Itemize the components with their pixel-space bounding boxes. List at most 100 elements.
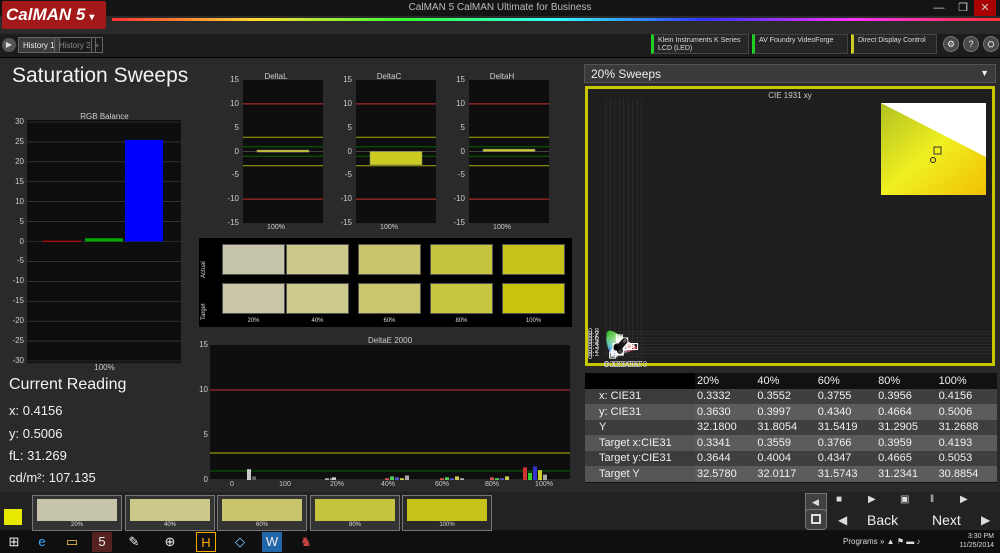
- deltae-x-label: 20%: [329, 481, 344, 488]
- row-label: y: CIE31: [585, 404, 695, 420]
- device-meter-mode: LCD (LED): [658, 45, 693, 52]
- h-app-icon[interactable]: H: [196, 532, 216, 552]
- swatch-label: 80%: [455, 318, 468, 324]
- tab-history-2[interactable]: History 2: [54, 37, 96, 53]
- folder-icon[interactable]: ▭: [62, 532, 82, 552]
- table-cell: 0.3341: [695, 435, 756, 451]
- settings-icon[interactable]: ⚙: [943, 36, 959, 52]
- rgb-balance-plot: [27, 121, 181, 362]
- deltae-bar: [460, 478, 464, 480]
- green-bar: [85, 238, 123, 242]
- tick-label: -10: [340, 194, 352, 204]
- table-row: x: CIE31 0.3332 0.3552 0.3755 0.3956 0.4156: [585, 388, 997, 404]
- stop-button[interactable]: [805, 509, 827, 530]
- swatch-panel: Actual Target 20% 40% 60% 80% 100%: [199, 238, 572, 327]
- tick-label: -5: [457, 170, 465, 180]
- title-bar: CalMAN 5 CalMAN Ultimate for Business — …: [0, 0, 1000, 16]
- tick-label: -5: [231, 170, 239, 180]
- red-bar: [43, 240, 81, 242]
- delta-label: 100%: [493, 224, 511, 231]
- step-label: 60%: [255, 522, 268, 528]
- maximize-button[interactable]: ❐: [952, 0, 974, 16]
- data-table: 20% 40% 60% 80% 100% x: CIE31 0.3332 0.3552 0.37…: [585, 373, 997, 482]
- table-row: Target y:CIE31 0.3644 0.4004 0.4347 0.4665 0.…: [585, 450, 997, 466]
- swatch-label: 100%: [525, 318, 542, 324]
- game-icon[interactable]: ♞: [296, 532, 316, 552]
- next-button[interactable]: Next ▶: [925, 509, 997, 530]
- help-icon[interactable]: ?: [963, 36, 979, 52]
- tick-label: 15: [456, 75, 465, 84]
- table-cell: 0.3332: [695, 388, 756, 404]
- word-icon[interactable]: W: [262, 532, 282, 552]
- play-step-icon[interactable]: ▶: [868, 494, 888, 508]
- step-swatch-1[interactable]: 20%: [32, 495, 122, 531]
- deltae-bar: [445, 477, 449, 480]
- play-icon[interactable]: ▶: [2, 38, 16, 52]
- tick-label: -10: [453, 194, 465, 204]
- device-display[interactable]: Direct Display Control: [851, 34, 937, 54]
- deltae-bar: [400, 478, 404, 480]
- step-swatch-4[interactable]: 80%: [310, 495, 400, 531]
- minimize-button[interactable]: —: [928, 0, 950, 16]
- device-generator[interactable]: AV Foundry VideoForge: [752, 34, 848, 54]
- row-label: x: CIE31: [585, 388, 695, 404]
- table-cell: 32.0117: [755, 466, 816, 482]
- rgb-balance-chart: [27, 120, 181, 363]
- deltae-bar: [523, 467, 527, 480]
- tablet-icon[interactable]: ◇: [230, 532, 250, 552]
- step-swatch-2[interactable]: 40%: [125, 495, 215, 531]
- app-icon[interactable]: ⊕: [160, 532, 180, 552]
- browser-icon[interactable]: e: [32, 532, 52, 552]
- delta-chart-deltac: [356, 80, 436, 223]
- deltae-x-label: 100%: [535, 481, 553, 488]
- actual-row-label: Actual: [201, 261, 207, 278]
- tick-label: 0: [203, 475, 208, 484]
- app-menu-button[interactable]: CalMAN 5 ▾: [2, 1, 106, 29]
- window-title: CalMAN 5 CalMAN Ultimate for Business: [408, 2, 592, 13]
- record-icon[interactable]: ■: [836, 494, 856, 508]
- table-cell: 0.3644: [695, 450, 756, 466]
- actual-swatch: [222, 244, 285, 275]
- step-color: [222, 499, 302, 521]
- column-header: 100%: [936, 373, 997, 389]
- table-cell: 0.3766: [815, 435, 877, 451]
- tick-label: 5: [203, 430, 208, 439]
- reading-cdm2: cd/m²: 107.135: [9, 470, 96, 485]
- tools-icon[interactable]: ⛭: [983, 36, 999, 52]
- deltae-chart: [210, 345, 570, 481]
- table-cell: 31.2905: [876, 419, 937, 435]
- programs-label[interactable]: Programs: [843, 537, 878, 546]
- table-header: 20% 40% 60% 80% 100%: [585, 373, 997, 389]
- device-display-name: Direct Display Control: [858, 37, 926, 44]
- deltae-x-label: 40%: [380, 481, 395, 488]
- deltae-title: DeltaE 2000: [367, 336, 413, 345]
- tray-icons[interactable]: » ▲ ⚑ ▬ ♪: [880, 537, 920, 546]
- table-cell: 0.4340: [815, 404, 877, 420]
- table-row: Target x:CIE31 0.3341 0.3559 0.3766 0.3959 0.…: [585, 435, 997, 451]
- start-icon[interactable]: ⊞: [4, 532, 24, 552]
- reading-x: x: 0.4156: [9, 403, 63, 418]
- tick-label: -25: [12, 336, 24, 346]
- device-meter[interactable]: Klein Instruments K Series LCD (LED): [651, 34, 749, 54]
- step-swatch-3[interactable]: 60%: [217, 495, 307, 531]
- close-button[interactable]: ✕: [974, 0, 996, 16]
- table-cell: 0.5053: [936, 450, 997, 466]
- step-swatch-5[interactable]: 100%: [402, 495, 492, 531]
- chevron-down-icon: ▼: [980, 68, 989, 78]
- table-cell: 0.3552: [755, 388, 816, 404]
- calman-icon[interactable]: 5: [92, 532, 112, 552]
- forward-icon[interactable]: ▶: [960, 494, 980, 508]
- table-cell: 0.4665: [876, 450, 937, 466]
- pause-icon[interactable]: ‖: [930, 494, 950, 508]
- delta-label: 100%: [380, 224, 398, 231]
- add-tab-button[interactable]: +: [91, 37, 103, 53]
- sweep-select[interactable]: 20% Sweeps ▼: [584, 64, 996, 83]
- device-generator-name: AV Foundry VideoForge: [759, 37, 834, 44]
- deltae-bar: [390, 476, 394, 480]
- swatch-label: 40%: [311, 318, 324, 324]
- paint-icon[interactable]: ✎: [124, 532, 144, 552]
- cie-y-tick: 0: [588, 352, 593, 361]
- deltae-bar: [405, 475, 409, 480]
- back-button[interactable]: ◀ Back: [836, 509, 916, 530]
- save-icon[interactable]: ▣: [900, 494, 920, 508]
